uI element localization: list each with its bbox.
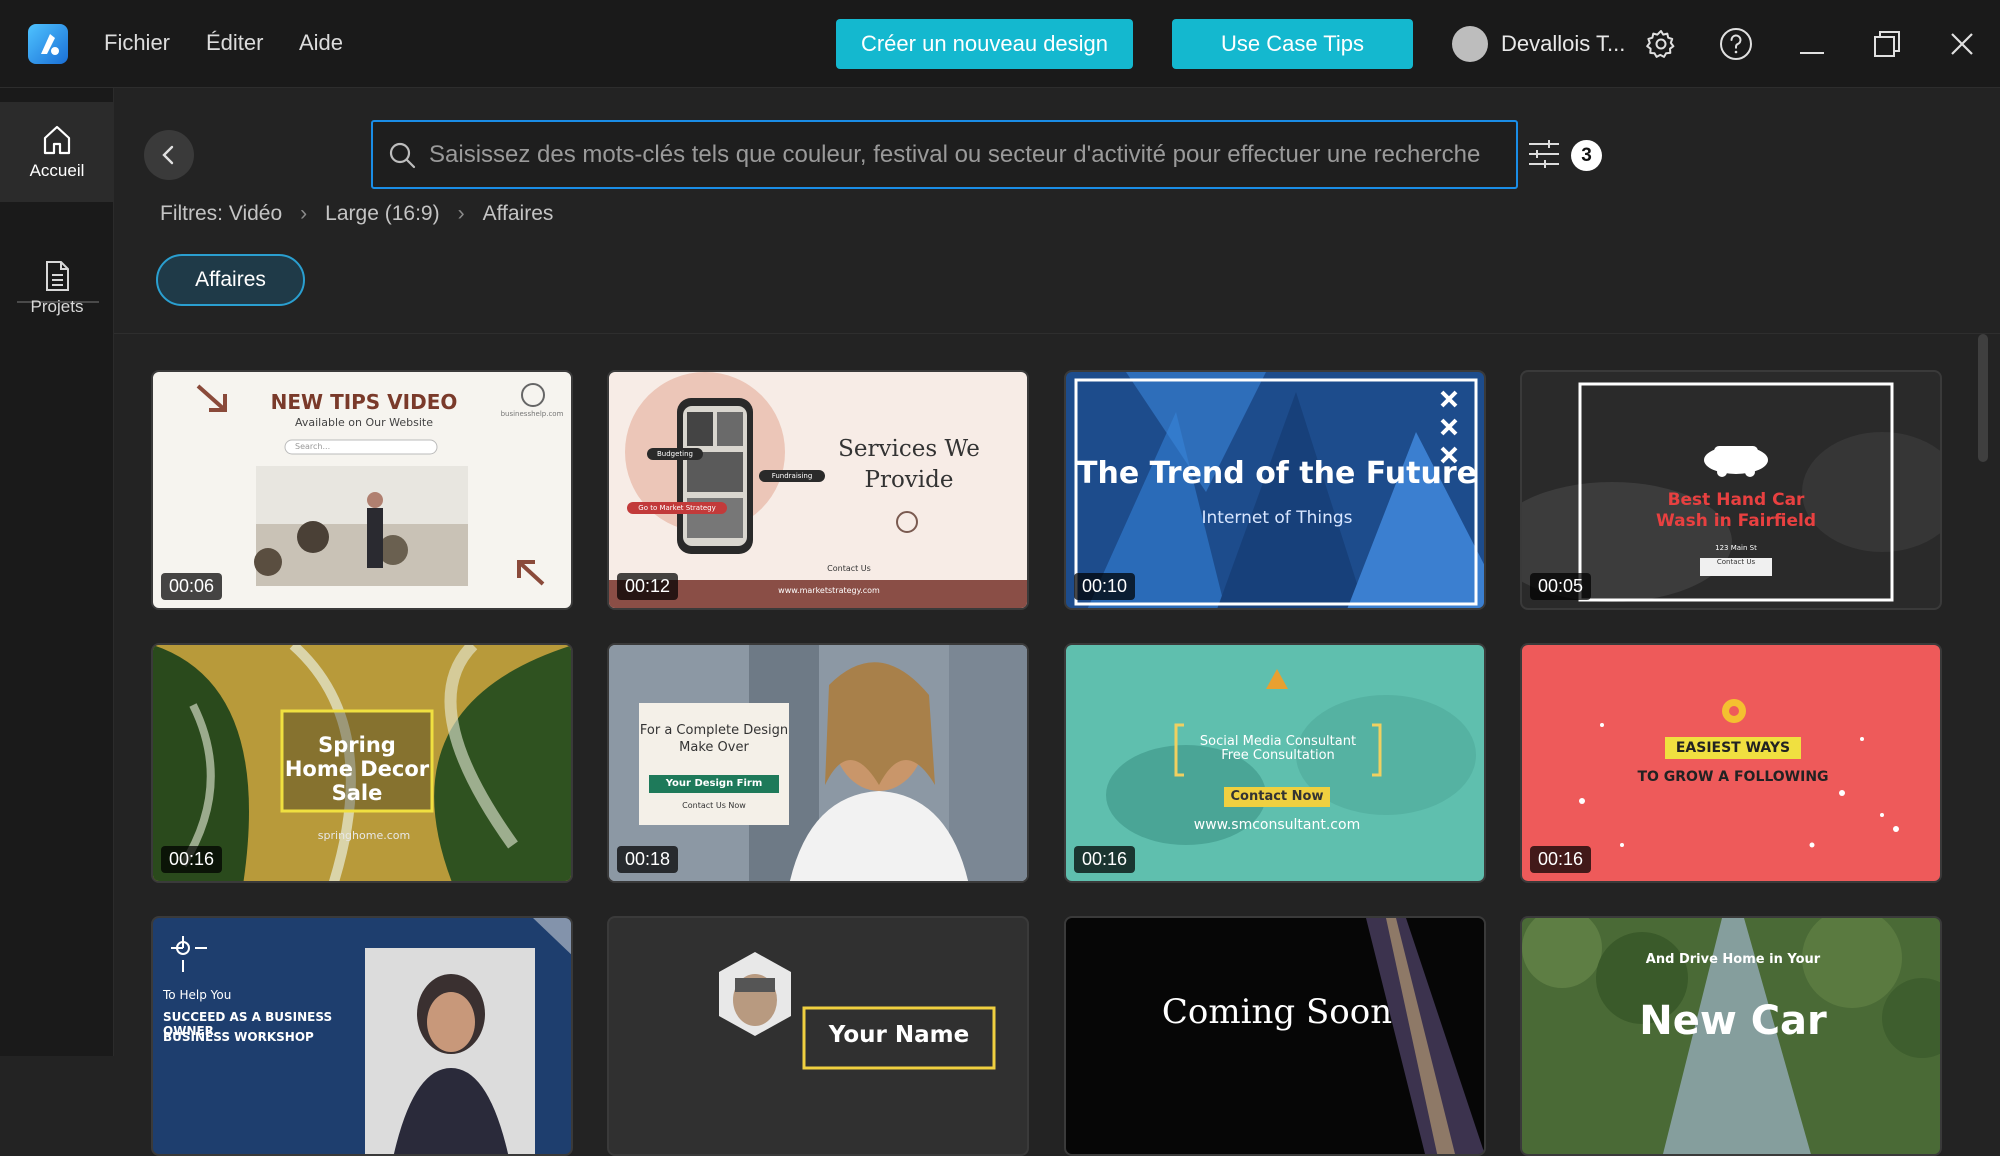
content-divider [114, 333, 2000, 334]
filter-sliders-icon[interactable] [1526, 135, 1562, 173]
template-search-text: Search... [295, 442, 331, 451]
template-title: New Car [1639, 998, 1827, 1044]
template-card[interactable]: EASIEST WAYS TO GROW A FOLLOWING 00:16 [1520, 643, 1942, 883]
sidebar-item-projets[interactable]: Projets [0, 238, 114, 338]
chevron-left-icon [162, 145, 174, 165]
template-tag: Go to Market Strategy [638, 504, 716, 512]
template-card[interactable]: Your Name [607, 916, 1029, 1156]
duration-badge: 00:06 [161, 573, 223, 600]
breadcrumb-item-category[interactable]: Affaires [483, 202, 554, 226]
template-line1: For a Complete Design Make Over [639, 723, 789, 755]
filter-count-badge: 3 [1571, 140, 1602, 171]
template-subtitle: TO GROW A FOLLOWING [1637, 769, 1829, 785]
menu-fichier[interactable]: Fichier [104, 30, 170, 56]
minimize-icon[interactable] [1792, 24, 1832, 64]
close-icon[interactable] [1942, 24, 1982, 64]
template-card[interactable]: For a Complete Design Make Over Your Des… [607, 643, 1029, 883]
search-icon [387, 140, 417, 170]
template-card[interactable]: And Drive Home in Your New Car [1520, 916, 1942, 1156]
sidebar-item-accueil[interactable]: Accueil [0, 102, 114, 202]
duration-badge: 00:16 [1530, 846, 1592, 873]
chevron-right-icon: › [300, 202, 308, 225]
template-card[interactable]: The Trend of the Future Internet of Thin… [1064, 370, 1486, 610]
app-logo [28, 24, 68, 64]
template-contact: Contact Us Now [682, 801, 746, 810]
create-new-design-button[interactable]: Créer un nouveau design [836, 19, 1133, 69]
duration-badge: 00:05 [1530, 573, 1592, 600]
template-url: www.marketstrategy.com [778, 586, 880, 595]
template-card[interactable]: To Help You SUCCEED AS A BUSINESS OWNER … [151, 916, 573, 1156]
template-title: Best Hand Car Wash in Fairfield [1655, 490, 1817, 532]
duration-badge: 00:16 [161, 846, 223, 873]
template-url: springhome.com [317, 829, 411, 842]
template-card[interactable]: Best Hand Car Wash in Fairfield 123 Main… [1520, 370, 1942, 610]
template-title: Coming Soon [1161, 992, 1393, 1032]
sidebar-item-label: Accueil [29, 161, 85, 180]
duration-badge: 00:12 [617, 573, 679, 600]
template-contact: Contact Us [1716, 558, 1756, 566]
duration-badge: 00:16 [1074, 846, 1136, 873]
template-title: Services We Provide [838, 436, 980, 494]
sidebar: Accueil Projets [0, 88, 114, 1056]
menu-editer[interactable]: Éditer [206, 30, 263, 56]
restore-window-icon[interactable] [1867, 24, 1907, 64]
template-line3: BUSINESS WORKSHOP [163, 1030, 314, 1044]
back-button[interactable] [144, 130, 194, 180]
breadcrumb: Filtres: Vidéo › Large (16:9) › Affaires [160, 202, 553, 226]
title-bar: Fichier Éditer Aide Créer un nouveau des… [0, 0, 2000, 88]
template-title: Your Name [828, 1022, 970, 1048]
avatar[interactable] [1452, 26, 1488, 62]
username[interactable]: Devallois T... [1501, 31, 1625, 57]
template-card[interactable]: NEW TIPS VIDEO Available on Our Website … [151, 370, 573, 610]
settings-gear-icon[interactable] [1641, 24, 1681, 64]
template-line1: And Drive Home in Your [1645, 952, 1821, 967]
template-tag: Fundraising [771, 472, 813, 480]
template-address: 123 Main St [1715, 544, 1757, 552]
template-title: Spring Home Decor Sale [284, 733, 430, 806]
template-card[interactable]: Coming Soon [1064, 916, 1486, 1156]
breadcrumb-item-size[interactable]: Large (16:9) [325, 202, 439, 226]
use-case-tips-button[interactable]: Use Case Tips [1172, 19, 1413, 69]
template-cta: Contact Now [1230, 789, 1324, 804]
template-card[interactable]: Budgeting Fundraising Go to Market Strat… [607, 370, 1029, 610]
search-bar[interactable] [371, 120, 1518, 189]
help-icon[interactable] [1716, 24, 1756, 64]
document-icon [46, 261, 69, 291]
home-icon [43, 125, 71, 155]
breadcrumb-item-filter[interactable]: Filtres: Vidéo [160, 202, 282, 226]
template-contact: Contact Us [827, 564, 871, 573]
chevron-right-icon: › [457, 202, 465, 225]
template-title: The Trend of the Future [1077, 456, 1477, 491]
menu-aide[interactable]: Aide [299, 30, 343, 56]
template-brand: businesshelp.com [500, 410, 564, 418]
template-line1: To Help You [163, 988, 232, 1002]
duration-badge: 00:10 [1074, 573, 1136, 600]
category-chip-affaires[interactable]: Affaires [156, 254, 305, 306]
template-tag: Budgeting [656, 450, 693, 458]
template-url: www.smconsultant.com [1193, 817, 1361, 833]
template-firm: Your Design Firm [665, 778, 763, 789]
template-title: Social Media Consultant Free Consultatio… [1199, 734, 1357, 764]
template-subtitle: Internet of Things [1201, 508, 1353, 528]
duration-badge: 00:18 [617, 846, 679, 873]
template-card[interactable]: Spring Home Decor Sale springhome.com 00… [151, 643, 573, 883]
scrollbar-thumb[interactable] [1978, 334, 1988, 462]
sidebar-item-label: Projets [30, 297, 84, 316]
template-card[interactable]: Social Media Consultant Free Consultatio… [1064, 643, 1486, 883]
search-input[interactable] [429, 122, 1516, 187]
template-title: EASIEST WAYS [1675, 740, 1791, 756]
